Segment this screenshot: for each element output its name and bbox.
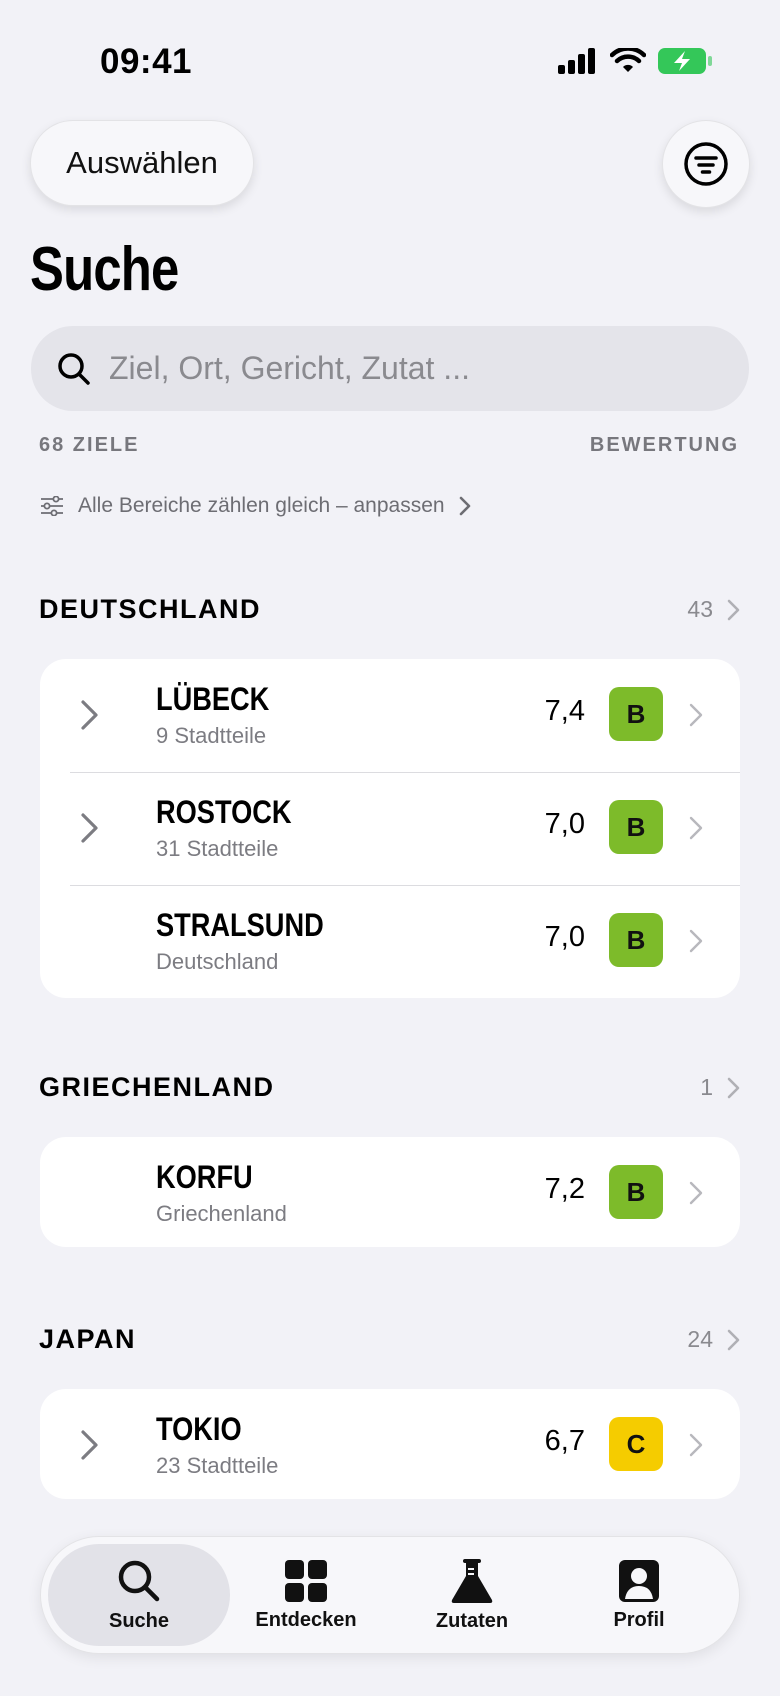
grade-badge: B — [609, 687, 663, 741]
city-name: STRALSUND — [156, 907, 324, 943]
search-field[interactable] — [31, 326, 749, 411]
wifi-icon — [610, 48, 646, 72]
section-count: 43 — [687, 596, 741, 623]
grade-badge: B — [609, 1165, 663, 1219]
expand-chevron-icon[interactable] — [78, 810, 102, 846]
search-icon — [118, 1560, 160, 1601]
section-title: JAPAN — [39, 1324, 137, 1354]
city-subtitle: Deutschland — [156, 949, 279, 974]
section-count-value: 24 — [687, 1326, 713, 1352]
results-count: 68 ZIELE — [39, 434, 140, 456]
section-title: GRIECHENLAND — [39, 1072, 275, 1102]
chevron-right-icon — [727, 599, 740, 620]
grade-badge: C — [609, 1417, 663, 1471]
chevron-right-icon — [727, 1077, 740, 1098]
expand-chevron-icon[interactable] — [78, 697, 102, 733]
city-subtitle: 9 Stadtteile — [156, 723, 267, 748]
tab-label: Profil — [613, 1608, 665, 1631]
destination-card: TOKIO 23 Stadtteile 6,7 C — [40, 1389, 740, 1499]
search-input[interactable] — [109, 350, 689, 387]
city-name: LÜBECK — [156, 681, 270, 717]
select-button[interactable]: Auswählen — [30, 120, 254, 206]
tab-suche[interactable]: Suche — [48, 1544, 230, 1646]
grade-badge: B — [609, 800, 663, 854]
chevron-right-icon — [459, 496, 470, 516]
score-value: 7,0 — [544, 808, 585, 840]
section-header-japan[interactable]: JAPAN 24 — [39, 1324, 741, 1355]
tab-zutaten[interactable]: Zutaten — [381, 1544, 563, 1646]
destination-card: KORFU Griechenland 7,2 B — [40, 1137, 740, 1247]
page-title: Suche — [30, 235, 179, 304]
grade-badge: B — [609, 913, 663, 967]
score-value: 7,4 — [544, 695, 585, 727]
score-value: 7,2 — [544, 1173, 585, 1205]
destination-card: LÜBECK 9 Stadtteile 7,4 B ROSTOCK 31 Sta… — [40, 659, 740, 998]
grid-icon — [285, 1559, 327, 1602]
section-count: 1 — [700, 1074, 741, 1101]
chevron-right-icon — [689, 929, 703, 953]
filter-icon — [684, 142, 728, 186]
tab-label: Zutaten — [435, 1609, 509, 1632]
sort-label[interactable]: BEWERTUNG — [590, 434, 739, 457]
city-name: ROSTOCK — [156, 794, 292, 830]
tab-label: Suche — [108, 1609, 170, 1632]
flask-icon — [451, 1558, 493, 1603]
status-icons — [558, 48, 712, 74]
screen: 09:41 Auswählen Suche Ziel, Ort, Gericht… — [0, 0, 780, 1696]
tab-bar: Suche Entdecken Zutaten Profil — [40, 1536, 740, 1654]
tab-profil[interactable]: Profil — [548, 1544, 730, 1646]
section-count: 24 — [687, 1326, 741, 1353]
search-icon — [58, 352, 90, 385]
score-value: 7,0 — [544, 921, 585, 953]
weighting-link[interactable]: Alle Bereiche zählen gleich – anpassen — [40, 494, 471, 518]
section-count-value: 43 — [687, 596, 713, 622]
person-icon — [619, 1559, 659, 1602]
section-header-griechenland[interactable]: GRIECHENLAND 1 — [39, 1072, 741, 1103]
chevron-right-icon — [689, 1181, 703, 1205]
chevron-right-icon — [727, 1329, 740, 1350]
expand-chevron-icon[interactable] — [78, 1427, 102, 1463]
chevron-right-icon — [689, 703, 703, 727]
destination-row-rostock[interactable]: ROSTOCK 31 Stadtteile 7,0 B — [40, 772, 740, 885]
tab-entdecken[interactable]: Entdecken — [215, 1544, 397, 1646]
tab-label: Entdecken — [255, 1608, 357, 1631]
city-subtitle: Griechenland — [156, 1201, 287, 1226]
city-subtitle: 23 Stadtteile — [156, 1453, 279, 1478]
section-header-deutschland[interactable]: DEUTSCHLAND 43 — [39, 594, 741, 625]
section-count-value: 1 — [700, 1074, 713, 1100]
chevron-right-icon — [689, 1433, 703, 1457]
chevron-right-icon — [689, 816, 703, 840]
destination-row-stralsund[interactable]: STRALSUND Deutschland 7,0 B — [40, 885, 740, 998]
filter-button[interactable] — [662, 120, 750, 208]
destination-row-tokio[interactable]: TOKIO 23 Stadtteile 6,7 C — [40, 1389, 740, 1499]
sliders-icon — [41, 496, 63, 516]
destination-row-luebeck[interactable]: LÜBECK 9 Stadtteile 7,4 B — [40, 659, 740, 772]
city-name: TOKIO — [156, 1411, 242, 1447]
destination-row-korfu[interactable]: KORFU Griechenland 7,2 B — [40, 1137, 740, 1247]
battery-charging-icon — [658, 48, 712, 74]
section-title: DEUTSCHLAND — [39, 594, 261, 624]
city-name: KORFU — [156, 1159, 253, 1195]
score-value: 6,7 — [544, 1425, 585, 1457]
weighting-label: Alle Bereiche zählen gleich – anpassen — [78, 494, 445, 517]
status-time: 09:41 — [100, 42, 193, 81]
cellular-signal-icon — [558, 48, 595, 74]
city-subtitle: 31 Stadtteile — [156, 836, 279, 861]
